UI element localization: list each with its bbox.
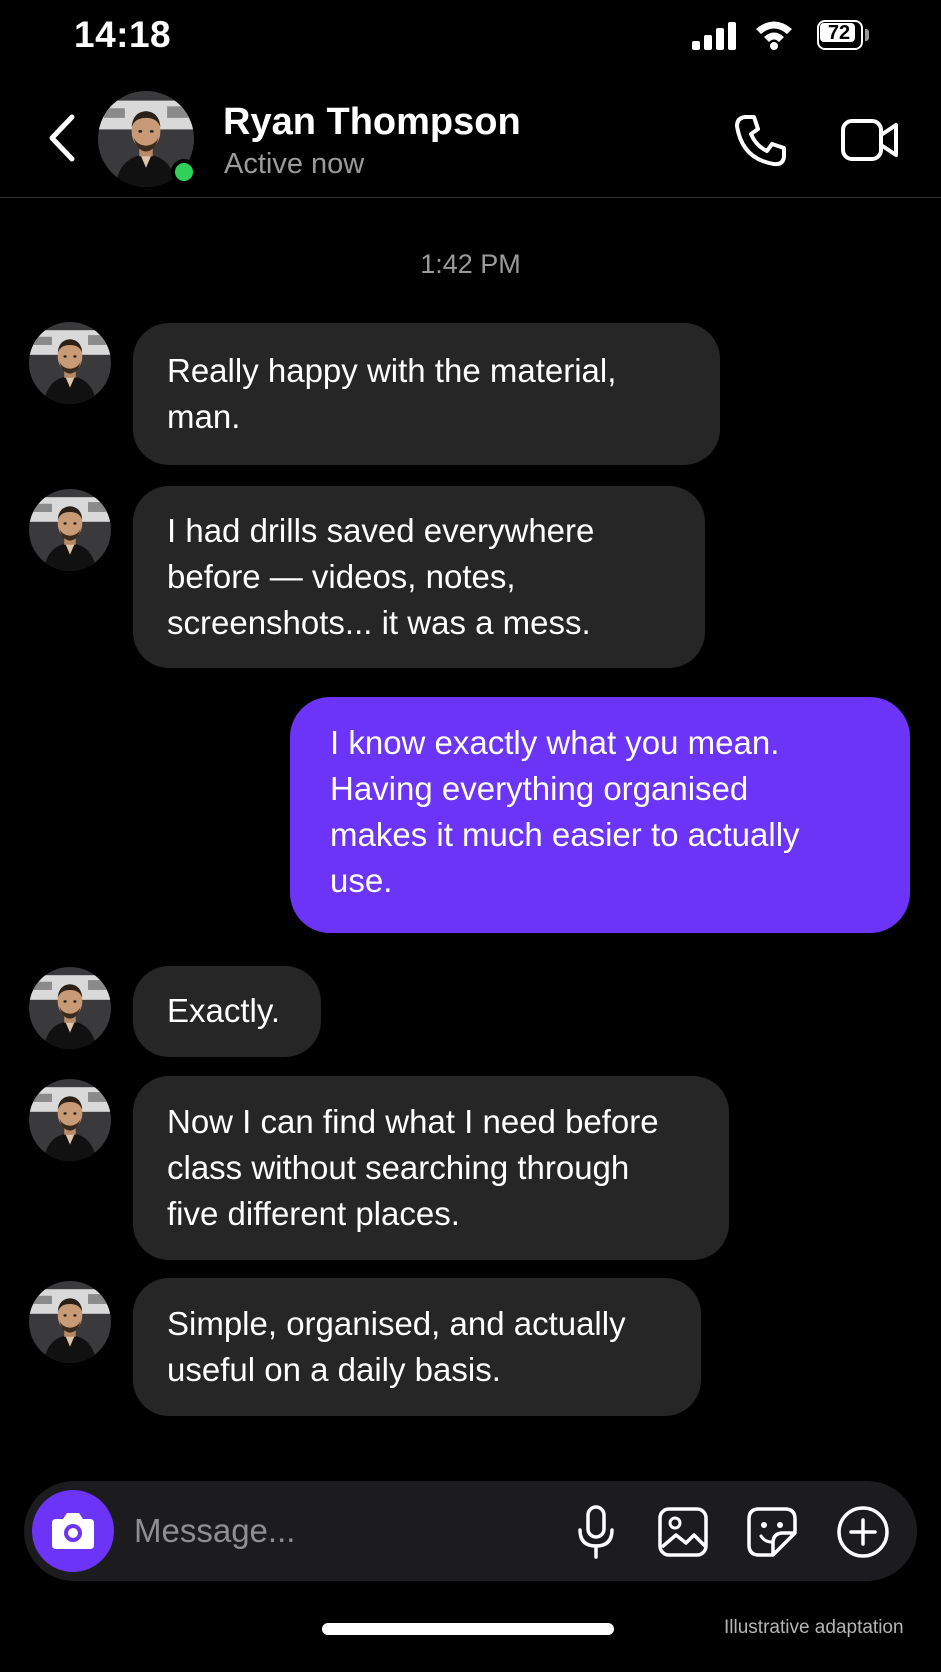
camera-icon — [52, 1513, 94, 1549]
avatar[interactable] — [29, 967, 111, 1049]
status-time: 14:18 — [74, 14, 172, 55]
message-line: I had drills saved everywhere — [167, 512, 595, 549]
message-line: Really happy with the material, — [167, 352, 617, 389]
battery-indicator: 72 — [817, 20, 869, 52]
contact-status: Active now — [224, 148, 365, 180]
message-line: I know exactly what you mean. — [330, 724, 780, 761]
message-line: makes it much easier to actually — [330, 816, 800, 853]
message-line: useful on a daily basis. — [167, 1351, 501, 1388]
microphone-icon[interactable] — [567, 1503, 625, 1561]
camera-button[interactable] — [32, 1490, 114, 1572]
battery-level: 72 — [827, 22, 851, 44]
avatar[interactable] — [29, 1079, 111, 1161]
wifi-icon — [756, 21, 792, 50]
message-bubble-incoming[interactable]: Exactly. — [133, 966, 321, 1057]
avatar[interactable] — [29, 322, 111, 404]
image-icon[interactable] — [654, 1503, 712, 1561]
message-line: screenshots... it was a mess. — [167, 604, 591, 641]
video-camera-icon[interactable] — [840, 115, 900, 165]
status-bar: 14:18 72 — [0, 0, 941, 75]
message-bubble-incoming[interactable]: Simple, organised, and actually useful o… — [133, 1278, 701, 1416]
cellular-signal-icon — [692, 22, 736, 50]
message-input[interactable] — [134, 1505, 554, 1557]
avatar[interactable] — [29, 489, 111, 571]
message-line: Now I can find what I need before — [167, 1103, 659, 1140]
message-bubble-incoming[interactable]: Really happy with the material, man. — [133, 323, 720, 465]
message-line: Having everything organised — [330, 770, 749, 807]
sticker-icon[interactable] — [743, 1503, 801, 1561]
home-indicator[interactable] — [322, 1623, 614, 1635]
chat-header: Ryan Thompson Active now — [0, 75, 941, 198]
message-composer — [24, 1481, 917, 1581]
message-line: before — videos, notes, — [167, 558, 516, 595]
plus-circle-icon[interactable] — [834, 1503, 892, 1561]
chevron-left-icon[interactable] — [44, 113, 80, 163]
message-line: use. — [330, 862, 393, 899]
message-line: Exactly. — [167, 992, 281, 1029]
message-line: Simple, organised, and actually — [167, 1305, 626, 1342]
avatar[interactable] — [29, 1281, 111, 1363]
message-line: five different places. — [167, 1195, 460, 1232]
message-bubble-incoming[interactable]: Now I can find what I need before class … — [133, 1076, 729, 1260]
message-line: class without searching through — [167, 1149, 630, 1186]
message-line: man. — [167, 398, 241, 435]
phone-icon[interactable] — [732, 113, 790, 169]
conversation-timestamp: 1:42 PM — [420, 249, 521, 279]
contact-name[interactable]: Ryan Thompson — [223, 101, 521, 144]
message-bubble-outgoing[interactable]: I know exactly what you mean. Having eve… — [290, 697, 910, 933]
message-bubble-incoming[interactable]: I had drills saved everywhere before — v… — [133, 486, 705, 668]
footer-caption: Illustrative adaptation — [724, 1617, 904, 1638]
online-status-indicator — [171, 159, 197, 185]
